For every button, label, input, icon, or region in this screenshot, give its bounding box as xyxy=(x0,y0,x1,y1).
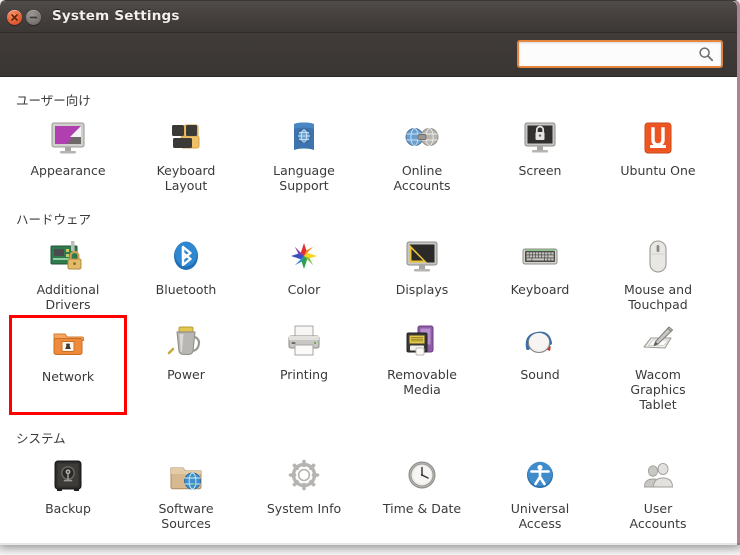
minimize-button[interactable] xyxy=(26,10,41,25)
settings-item-label: Printing xyxy=(279,367,329,382)
settings-item-label: Screen xyxy=(518,163,562,178)
settings-item-time-and-date[interactable]: Time & Date xyxy=(363,449,481,534)
ubuntu-one-icon xyxy=(634,116,682,160)
search-box[interactable] xyxy=(517,40,723,68)
settings-item-label: Sound xyxy=(520,367,560,382)
search-icon[interactable] xyxy=(698,46,721,62)
appearance-icon xyxy=(44,116,92,160)
settings-item-system-info[interactable]: System Info xyxy=(245,449,363,534)
settings-item-user-accounts[interactable]: User Accounts xyxy=(599,449,717,534)
settings-item-label: Additional Drivers xyxy=(36,282,100,312)
settings-panel: ユーザー向け Appearance Keyboard Layout Languag… xyxy=(0,77,737,545)
settings-item-label: Software Sources xyxy=(158,501,214,531)
time-date-icon xyxy=(398,454,446,498)
settings-item-software-sources[interactable]: Software Sources xyxy=(127,449,245,534)
settings-item-network[interactable]: Network xyxy=(9,315,127,415)
settings-item-printing[interactable]: Printing xyxy=(245,315,363,415)
settings-item-displays[interactable]: Displays xyxy=(363,230,481,315)
settings-item-label: Time & Date xyxy=(382,501,462,516)
settings-item-sound[interactable]: Sound xyxy=(481,315,599,415)
displays-icon xyxy=(398,235,446,279)
settings-item-appearance[interactable]: Appearance xyxy=(9,111,127,196)
system-info-icon xyxy=(280,454,328,498)
settings-item-label: Mouse and Touchpad xyxy=(623,282,693,312)
system-settings-window: System Settings ユーザー向け Appearance Keyboa… xyxy=(0,0,740,545)
settings-item-label: Language Support xyxy=(273,163,335,193)
color-icon xyxy=(280,235,328,279)
settings-item-label: Keyboard Layout xyxy=(156,163,216,193)
settings-item-wacom-graphics-tablet[interactable]: Wacom Graphics Tablet xyxy=(599,315,717,415)
close-button[interactable] xyxy=(7,10,22,25)
settings-item-label: Appearance xyxy=(30,163,106,178)
settings-item-label: System Info xyxy=(266,501,342,516)
settings-item-label: Universal Access xyxy=(510,501,570,531)
keyboard-icon xyxy=(516,235,564,279)
removable-media-icon xyxy=(398,320,446,364)
settings-item-label: Backup xyxy=(45,501,91,516)
settings-grid-hardware: Additional Drivers Bluetooth Color Displ… xyxy=(0,230,737,415)
settings-item-color[interactable]: Color xyxy=(245,230,363,315)
desktop-background: System Settings ユーザー向け Appearance Keyboa… xyxy=(0,0,740,555)
window-title: System Settings xyxy=(52,8,180,24)
settings-item-bluetooth[interactable]: Bluetooth xyxy=(127,230,245,315)
settings-item-online-accounts[interactable]: Online Accounts xyxy=(363,111,481,196)
settings-item-screen[interactable]: Screen xyxy=(481,111,599,196)
settings-item-label: Network xyxy=(41,369,95,384)
settings-item-language-support[interactable]: Language Support xyxy=(245,111,363,196)
settings-item-label: Color xyxy=(287,282,321,297)
settings-item-label: Bluetooth xyxy=(155,282,217,297)
group-title-system: システム xyxy=(16,431,66,446)
toolbar xyxy=(0,33,737,77)
settings-grid-system: Backup Software Sources System Info Time… xyxy=(0,449,737,534)
settings-item-label: Displays xyxy=(395,282,449,297)
settings-group-hardware: ハードウェア Additional Drivers Bluetooth Colo… xyxy=(0,209,737,415)
backup-icon xyxy=(44,454,92,498)
settings-item-backup[interactable]: Backup xyxy=(9,449,127,534)
search-input[interactable] xyxy=(519,42,698,66)
settings-group-personal: ユーザー向け Appearance Keyboard Layout Languag… xyxy=(0,90,737,196)
bluetooth-icon xyxy=(162,235,210,279)
wacom-tablet-icon xyxy=(634,320,682,364)
settings-item-label: Ubuntu One xyxy=(620,163,696,178)
settings-grid-personal: Appearance Keyboard Layout Language Suppor… xyxy=(0,111,737,196)
settings-item-label: Wacom Graphics Tablet xyxy=(630,367,686,412)
mouse-icon xyxy=(634,235,682,279)
screen-lock-icon xyxy=(516,116,564,160)
online-accounts-icon xyxy=(398,116,446,160)
language-support-icon xyxy=(280,116,328,160)
settings-item-removable-media[interactable]: Removable Media xyxy=(363,315,481,415)
keyboard-layout-icon xyxy=(162,116,210,160)
settings-item-label: Online Accounts xyxy=(393,163,451,193)
window-drop-shadow xyxy=(0,543,740,555)
settings-item-universal-access[interactable]: Universal Access xyxy=(481,449,599,534)
group-title-personal: ユーザー向け xyxy=(16,93,91,108)
printing-icon xyxy=(280,320,328,364)
software-sources-icon xyxy=(162,454,210,498)
title-bar: System Settings xyxy=(0,1,737,33)
settings-group-system: システム Backup Software Sources System Info… xyxy=(0,428,737,534)
universal-access-icon xyxy=(516,454,564,498)
settings-item-label: Removable Media xyxy=(387,367,457,397)
user-accounts-icon xyxy=(634,454,682,498)
sound-icon xyxy=(516,320,564,364)
settings-item-additional-drivers[interactable]: Additional Drivers xyxy=(9,230,127,315)
settings-item-keyboard[interactable]: Keyboard xyxy=(481,230,599,315)
settings-item-label: User Accounts xyxy=(629,501,687,531)
additional-drivers-icon xyxy=(44,235,92,279)
group-title-hardware: ハードウェア xyxy=(16,212,92,227)
settings-item-label: Power xyxy=(167,367,205,382)
settings-item-keyboard-layout[interactable]: Keyboard Layout xyxy=(127,111,245,196)
network-icon xyxy=(44,322,92,366)
power-icon xyxy=(162,320,210,364)
settings-item-power[interactable]: Power xyxy=(127,315,245,415)
settings-item-label: Keyboard xyxy=(510,282,570,297)
settings-item-mouse-and-touchpad[interactable]: Mouse and Touchpad xyxy=(599,230,717,315)
settings-item-ubuntu-one[interactable]: Ubuntu One xyxy=(599,111,717,196)
